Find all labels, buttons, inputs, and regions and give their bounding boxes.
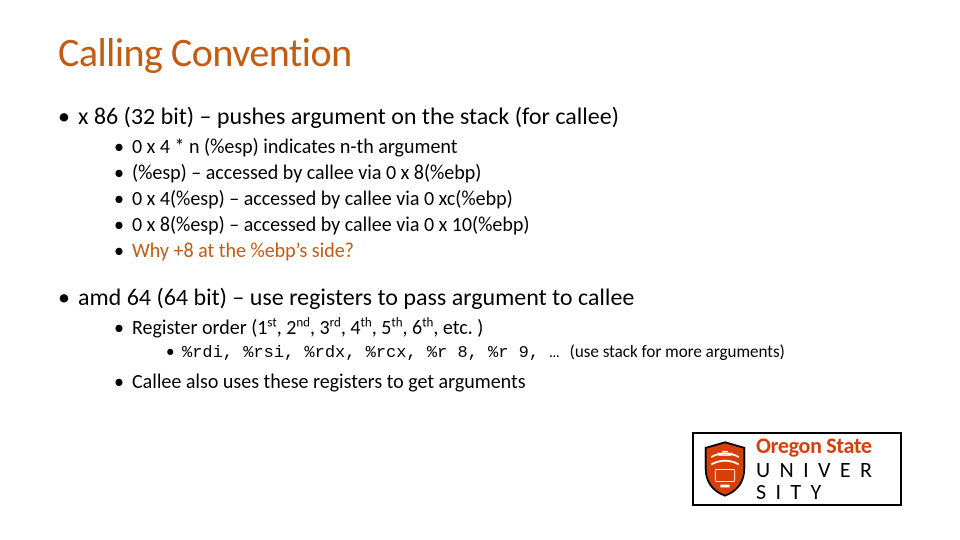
registers-code: %rdi, %rsi, %rdx, %rcx, %r 8, %r 9, … bbox=[182, 344, 570, 363]
amd64-callee-note: Callee also uses these registers to get … bbox=[114, 369, 902, 395]
order-mid5: , 5 bbox=[372, 316, 392, 340]
x86-item-3: 0 x 8(%esp) – accessed by callee via 0 x… bbox=[114, 212, 902, 238]
osu-logo-line2: U N I V E R S I T Y bbox=[756, 459, 900, 503]
amd64-register-order: Register order (1st, 2nd, 3rd, 4th, 5th,… bbox=[114, 315, 902, 365]
x86-item-0: 0 x 4 * n (%esp) indicates n-th argument bbox=[114, 134, 902, 160]
amd64-heading-text: amd 64 (64 bit) – use registers to pass … bbox=[78, 283, 634, 312]
content-list: x 86 (32 bit) – pushes argument on the s… bbox=[58, 101, 902, 395]
registers-tail: (use stack for more arguments) bbox=[570, 341, 785, 362]
x86-question: Why +8 at the %ebp’s side? bbox=[114, 238, 902, 264]
x86-item-1: (%esp) – accessed by callee via 0 x 8(%e… bbox=[114, 160, 902, 186]
sup-5: th bbox=[391, 316, 402, 331]
osu-logo-text: Oregon State U N I V E R S I T Y bbox=[752, 434, 900, 504]
sup-3: rd bbox=[330, 316, 341, 331]
osu-shield-icon bbox=[694, 434, 752, 504]
order-mid6: , 6 bbox=[403, 316, 423, 340]
x86-item-2: 0 x 4(%esp) – accessed by callee via 0 x… bbox=[114, 186, 902, 212]
order-prefix: Register order (1 bbox=[132, 316, 267, 340]
sup-2: nd bbox=[296, 316, 310, 331]
x86-heading: x 86 (32 bit) – pushes argument on the s… bbox=[58, 101, 902, 264]
order-suffix: , etc. ) bbox=[433, 316, 483, 340]
sup-4: th bbox=[361, 316, 372, 331]
x86-heading-text: x 86 (32 bit) – pushes argument on the s… bbox=[78, 102, 619, 131]
sup-6: th bbox=[422, 316, 433, 331]
order-mid3: , 3 bbox=[310, 316, 330, 340]
order-mid2: , 2 bbox=[277, 316, 297, 340]
amd64-heading: amd 64 (64 bit) – use registers to pass … bbox=[58, 282, 902, 395]
slide: Calling Convention x 86 (32 bit) – pushe… bbox=[0, 0, 960, 540]
order-mid4: , 4 bbox=[341, 316, 361, 340]
osu-logo-line1: Oregon State bbox=[756, 435, 900, 457]
osu-logo: Oregon State U N I V E R S I T Y bbox=[692, 432, 902, 506]
x86-sublist: 0 x 4 * n (%esp) indicates n-th argument… bbox=[114, 134, 902, 264]
amd64-registers-line: %rdi, %rsi, %rdx, %rcx, %r 8, %r 9, … (u… bbox=[166, 341, 902, 365]
sup-1: st bbox=[267, 316, 276, 331]
slide-title: Calling Convention bbox=[58, 28, 902, 77]
x86-question-text: Why +8 at the %ebp’s side? bbox=[132, 239, 354, 263]
amd64-registers: %rdi, %rsi, %rdx, %rcx, %r 8, %r 9, … (u… bbox=[166, 341, 902, 365]
amd64-sublist: Register order (1st, 2nd, 3rd, 4th, 5th,… bbox=[114, 315, 902, 395]
